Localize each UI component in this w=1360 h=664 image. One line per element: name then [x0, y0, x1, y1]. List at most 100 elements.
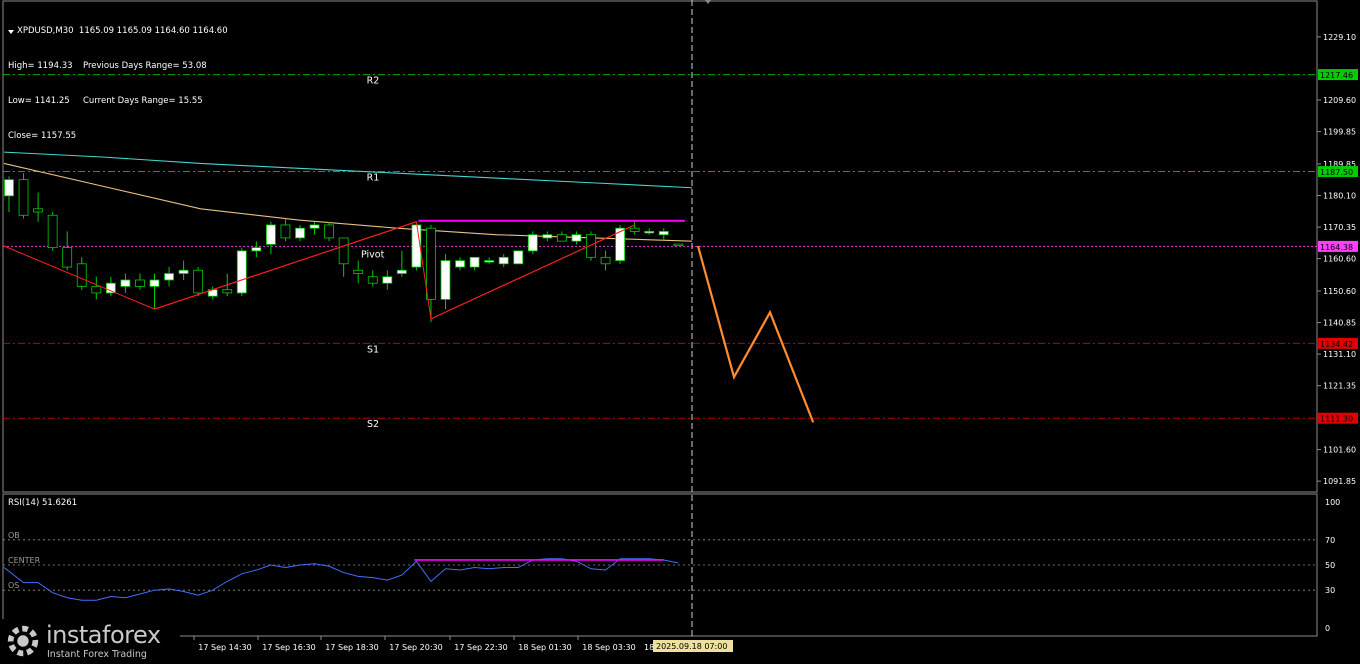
candle-body	[178, 269, 189, 274]
rsi-line	[3, 558, 679, 601]
time-axis-label: 17 Sep 16:30	[262, 643, 315, 652]
candle-body	[62, 247, 73, 268]
candle-body	[440, 260, 451, 300]
candle-body	[426, 227, 436, 300]
price-axis-label: 1131.10	[1323, 350, 1356, 359]
candle-body	[542, 234, 553, 239]
instaforex-watermark: instaforex Instant Forex Trading	[0, 619, 180, 664]
candle-body	[367, 276, 378, 284]
symbol-info-panel: XPDUSD,M30 1165.09 1165.09 1164.60 1164.…	[8, 3, 228, 154]
slow-moving-average	[3, 151, 693, 189]
price-axis-label: 1209.60	[1323, 96, 1356, 105]
price-axis-label: 1101.60	[1323, 446, 1356, 455]
rsi-guide-label-os: OS	[8, 581, 19, 590]
previous-days-range: Previous Days Range= 53.08	[83, 60, 207, 71]
candle-body	[557, 234, 567, 242]
candle-body	[644, 231, 655, 234]
candle-body	[498, 256, 509, 265]
candle-body	[600, 256, 611, 265]
candle-body	[673, 243, 684, 247]
candle-body	[33, 208, 43, 213]
current-days-range: Current Days Range= 15.55	[83, 95, 203, 106]
rsi-title: RSI(14) 51.6261	[8, 498, 78, 508]
candle-body	[484, 260, 495, 263]
candle-body	[280, 224, 291, 239]
candle-body	[338, 237, 349, 265]
level-price-tag-text: 1187.50	[1320, 168, 1353, 177]
rsi-guide-label-center: CENTER	[8, 556, 41, 565]
time-axis-label: 17 Sep 18:30	[325, 643, 378, 652]
chevron-down-icon[interactable]	[8, 29, 14, 34]
symbol-ohlc: XPDUSD,M30 1165.09 1165.09 1164.60 1164.…	[17, 26, 228, 37]
candle-body	[324, 224, 335, 239]
candles-group	[4, 173, 684, 323]
price-axis-label: 1170.35	[1323, 223, 1356, 232]
level-price-tag-text: 1217.46	[1320, 71, 1353, 80]
candle-body	[105, 282, 116, 294]
low-value: Low= 1141.25	[8, 95, 70, 106]
candle-body	[265, 224, 276, 245]
forecast-path	[696, 245, 815, 423]
level-label-s2: S2	[367, 419, 379, 430]
price-axis-label: 1229.10	[1323, 33, 1356, 42]
level-label-r2: R2	[367, 76, 380, 87]
fast-moving-average	[3, 162, 693, 242]
candle-body	[353, 269, 364, 274]
high-value: High= 1194.33	[8, 60, 73, 71]
candle-body	[18, 179, 29, 216]
candle-body	[236, 250, 247, 294]
candle-body	[47, 214, 58, 249]
instaforex-logo-icon	[7, 625, 39, 657]
candle-body	[91, 286, 102, 294]
time-axis-label: 17 Sep 14:30	[198, 643, 251, 652]
candle-body	[571, 234, 582, 242]
candle-body	[135, 279, 145, 287]
level-label-pivot: Pivot	[361, 249, 385, 260]
level-label-s1: S1	[367, 344, 379, 355]
candle-body	[513, 250, 524, 265]
time-axis-label: 18	[644, 643, 654, 652]
candle-body	[527, 234, 538, 252]
rsi-axis-label: 50	[1325, 561, 1335, 570]
candle-body	[469, 256, 480, 268]
candle-body	[164, 273, 174, 281]
shift-marker-icon[interactable]	[705, 0, 711, 4]
watermark-brand: instaforex	[46, 621, 161, 649]
level-label-r1: R1	[367, 173, 380, 184]
price-axis-label: 1140.85	[1323, 319, 1356, 328]
price-axis-label: 1150.60	[1323, 287, 1356, 296]
rsi-axis-label: 70	[1325, 536, 1335, 545]
time-axis-label: 18 Sep 01:30	[518, 643, 571, 652]
price-axis-label: 1091.85	[1323, 477, 1356, 486]
candle-body	[629, 227, 640, 232]
rsi-axis-label: 30	[1325, 586, 1335, 595]
candle-body	[193, 269, 204, 294]
time-axis-label: 17 Sep 20:30	[389, 643, 442, 652]
candle-body	[76, 263, 87, 287]
price-axis-label: 1180.10	[1323, 192, 1356, 201]
time-axis-label: 18 Sep 03:30	[582, 643, 635, 652]
candle-body	[658, 231, 669, 236]
level-price-tag-text: 1164.38	[1320, 243, 1353, 252]
candle-body	[4, 179, 14, 197]
rsi-axis-label: 0	[1325, 624, 1330, 633]
candle-body	[295, 227, 305, 239]
candle-body	[222, 289, 233, 294]
candle-body	[120, 279, 131, 287]
price-axis-label: 1121.35	[1323, 382, 1356, 391]
rsi-guide-label-ob: OB	[8, 531, 20, 540]
price-axis-label: 1160.60	[1323, 255, 1356, 264]
candle-body	[382, 276, 393, 284]
price-axis-label: 1199.85	[1323, 128, 1356, 137]
watermark-tagline: Instant Forex Trading	[47, 649, 147, 660]
close-value: Close= 1157.55	[8, 130, 77, 141]
level-price-tag-text: 1111.30	[1320, 415, 1353, 424]
current-time-tag-text: 2025.09.18 07:00	[656, 642, 727, 651]
level-price-tag-text: 1134.42	[1320, 340, 1353, 349]
candle-body	[309, 224, 320, 229]
candle-body	[149, 279, 160, 287]
candle-body	[396, 269, 407, 274]
candle-body	[455, 260, 465, 268]
time-axis-label: 17 Sep 22:30	[454, 643, 507, 652]
candle-body	[251, 247, 262, 252]
